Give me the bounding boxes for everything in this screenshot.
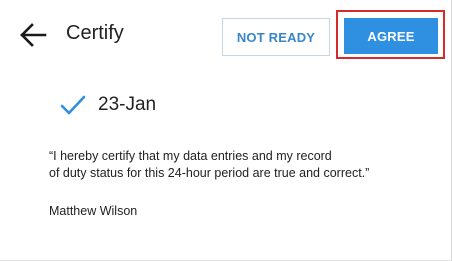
certify-screen: Certify NOT READY AGREE 23-Jan “I hereby… — [0, 0, 452, 261]
agree-button[interactable]: AGREE — [344, 18, 438, 54]
statement-line-2: of duty status for this 24-hour period a… — [49, 166, 370, 180]
header-bar: Certify NOT READY AGREE — [0, 0, 452, 66]
checkmark-icon — [60, 95, 86, 115]
arrow-left-icon — [20, 23, 47, 47]
page-title: Certify — [66, 22, 124, 44]
certification-date-row: 23-Jan — [60, 90, 156, 120]
back-button[interactable] — [18, 20, 48, 50]
certification-statement: “I hereby certify that my data entries a… — [49, 148, 449, 182]
certification-date: 23-Jan — [98, 94, 157, 115]
signer-name: Matthew Wilson — [49, 204, 138, 218]
not-ready-button[interactable]: NOT READY — [222, 18, 330, 56]
statement-line-1: “I hereby certify that my data entries a… — [49, 149, 332, 163]
